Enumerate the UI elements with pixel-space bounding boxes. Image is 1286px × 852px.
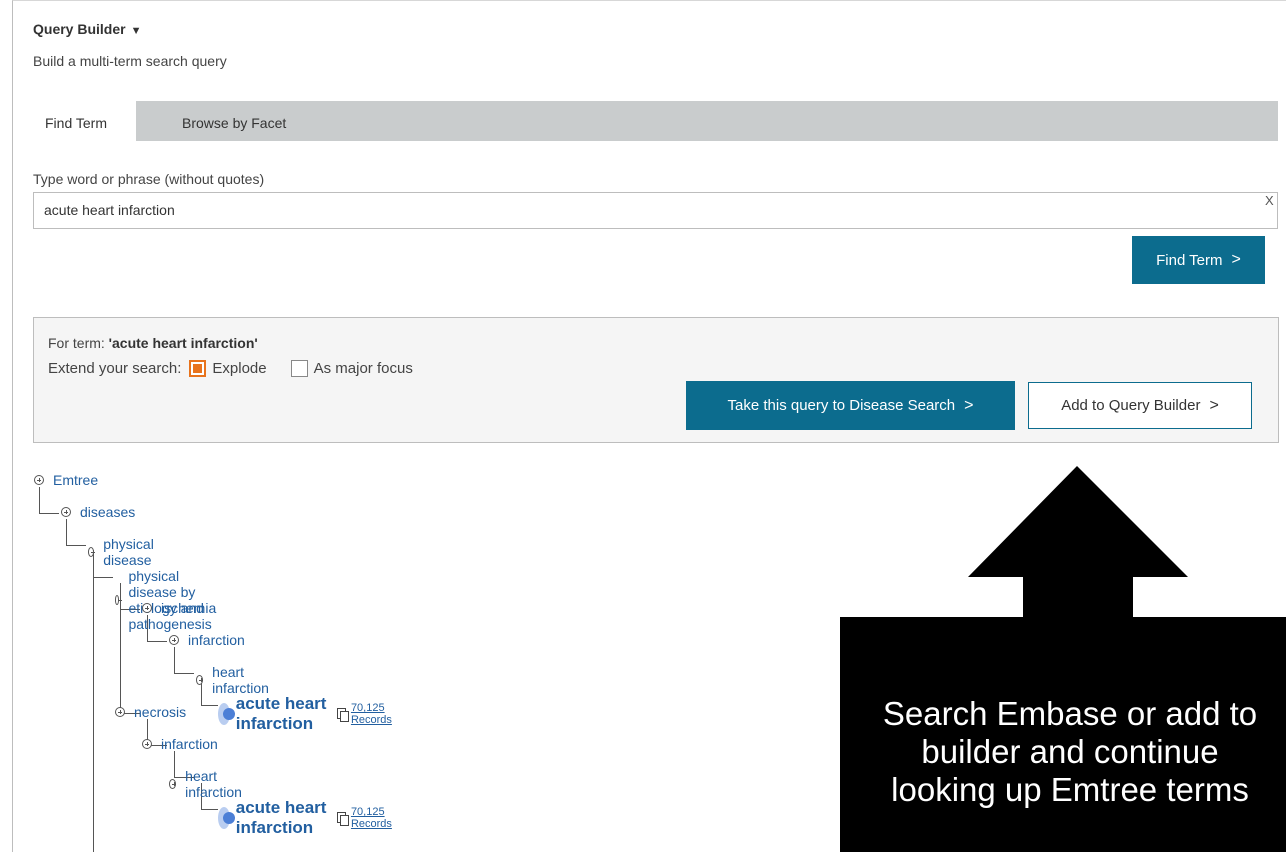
tree-node-diseases[interactable]: diseases — [61, 504, 135, 520]
tree-node-physical-disease[interactable]: physical disease — [88, 536, 158, 568]
tree-connector — [201, 809, 218, 810]
page-title-label: Query Builder — [33, 21, 126, 37]
tree-node-label: physical disease — [103, 536, 154, 568]
expand-icon[interactable] — [169, 635, 179, 645]
tree-term-label[interactable]: acute heart infarction — [236, 798, 328, 838]
disease-button-label: Take this query to Disease Search — [727, 397, 956, 414]
for-term-value: 'acute heart infarction' — [108, 335, 258, 351]
tree-connector — [174, 673, 194, 674]
tree-connector — [66, 519, 67, 546]
find-term-button[interactable]: Find Term > — [1132, 236, 1265, 284]
expand-icon[interactable] — [34, 475, 44, 485]
expand-icon[interactable] — [142, 603, 152, 613]
expand-icon[interactable] — [142, 739, 152, 749]
tree-node-label: heart infarction — [212, 664, 269, 696]
chevron-right-icon: > — [964, 396, 974, 414]
explode-checkbox[interactable] — [189, 360, 207, 377]
tree-node-infarction[interactable]: infarction — [142, 736, 218, 752]
copy-icon[interactable] — [337, 708, 349, 722]
tree-connector — [39, 513, 59, 514]
tree-node-acute-heart-infarction[interactable]: acute heart infarction 70,125 Records — [218, 694, 392, 734]
tree-node-heart-infarction[interactable]: heart infarction — [196, 664, 272, 696]
expand-icon[interactable] — [169, 779, 177, 789]
for-term-prefix: For term: — [48, 335, 109, 351]
tree-connector — [174, 647, 175, 674]
chevron-right-icon: > — [1231, 251, 1241, 268]
records-link[interactable]: 70,125 Records — [351, 806, 392, 830]
explode-label: Explode — [212, 360, 267, 377]
expand-icon[interactable] — [61, 507, 71, 517]
selected-term-dot-icon — [218, 807, 235, 829]
search-input[interactable]: acute heart infarction — [33, 192, 1278, 229]
page-title[interactable]: Query Builder ▼ — [33, 21, 141, 37]
copy-icon[interactable] — [337, 812, 349, 826]
selected-term-dot-icon — [218, 703, 235, 725]
major-focus-checkbox[interactable] — [290, 360, 308, 377]
tab-browse-by-facet[interactable]: Browse by Facet — [170, 101, 298, 141]
clear-search-icon[interactable]: X — [1265, 193, 1274, 208]
tab-bar: Find Term Browse by Facet — [33, 101, 1278, 141]
callout-text: Search Embase or add to builder and cont… — [882, 695, 1258, 808]
tree-connector — [201, 705, 218, 706]
tree-node-label: infarction — [188, 632, 245, 648]
add-button-label: Add to Query Builder — [1061, 397, 1201, 414]
extend-label: Extend your search: — [48, 360, 182, 377]
tree-node-emtree[interactable]: Emtree — [34, 472, 98, 488]
tree-connector — [93, 551, 94, 852]
expand-icon[interactable] — [88, 547, 96, 557]
find-term-button-label: Find Term — [1156, 251, 1223, 269]
records-link[interactable]: 70,125 Records — [351, 702, 392, 726]
tree-node-infarction[interactable]: infarction — [169, 632, 245, 648]
tree-node-label: ischemia — [161, 600, 217, 616]
tree-node-label: diseases — [80, 504, 136, 520]
take-to-disease-search-button[interactable]: Take this query to Disease Search > — [686, 381, 1015, 430]
tree-node-ischemia[interactable]: ischemia — [142, 600, 216, 616]
tree-node-label: necrosis — [134, 704, 187, 720]
tree-node-label: Emtree — [53, 472, 99, 488]
tree-node-acute-heart-infarction[interactable]: acute heart infarction 70,125 Records — [218, 798, 392, 838]
major-focus-label: As major focus — [313, 360, 413, 377]
tab-find-term[interactable]: Find Term — [33, 101, 136, 141]
tree-node-label: infarction — [161, 736, 218, 752]
extend-search-row: Extend your search: Explode As major foc… — [48, 360, 429, 377]
callout-box: Search Embase or add to builder and cont… — [840, 617, 1286, 852]
page-subtitle: Build a multi-term search query — [33, 53, 227, 69]
tree-node-necrosis[interactable]: necrosis — [115, 704, 186, 720]
tree-node-label: heart infarction — [185, 768, 242, 800]
chevron-right-icon: > — [1209, 396, 1219, 414]
tree-node-heart-infarction[interactable]: heart infarction — [169, 768, 245, 800]
expand-icon[interactable] — [115, 707, 125, 717]
search-label: Type word or phrase (without quotes) — [33, 171, 265, 187]
callout-arrow-icon — [968, 466, 1188, 619]
tree-connector — [147, 641, 167, 642]
tree-term-label[interactable]: acute heart infarction — [236, 694, 328, 734]
expand-icon[interactable] — [115, 595, 123, 605]
tree-connector — [93, 577, 113, 578]
caret-down-icon[interactable]: ▼ — [131, 25, 142, 37]
expand-icon[interactable] — [196, 675, 204, 685]
for-term-line: For term: 'acute heart infarction' — [48, 335, 258, 351]
arrow-shape — [968, 466, 1188, 619]
tree-connector — [39, 487, 40, 514]
term-result-panel: For term: 'acute heart infarction' Exten… — [33, 317, 1279, 443]
tree-connector — [66, 545, 86, 546]
add-to-query-builder-button[interactable]: Add to Query Builder > — [1028, 382, 1252, 429]
